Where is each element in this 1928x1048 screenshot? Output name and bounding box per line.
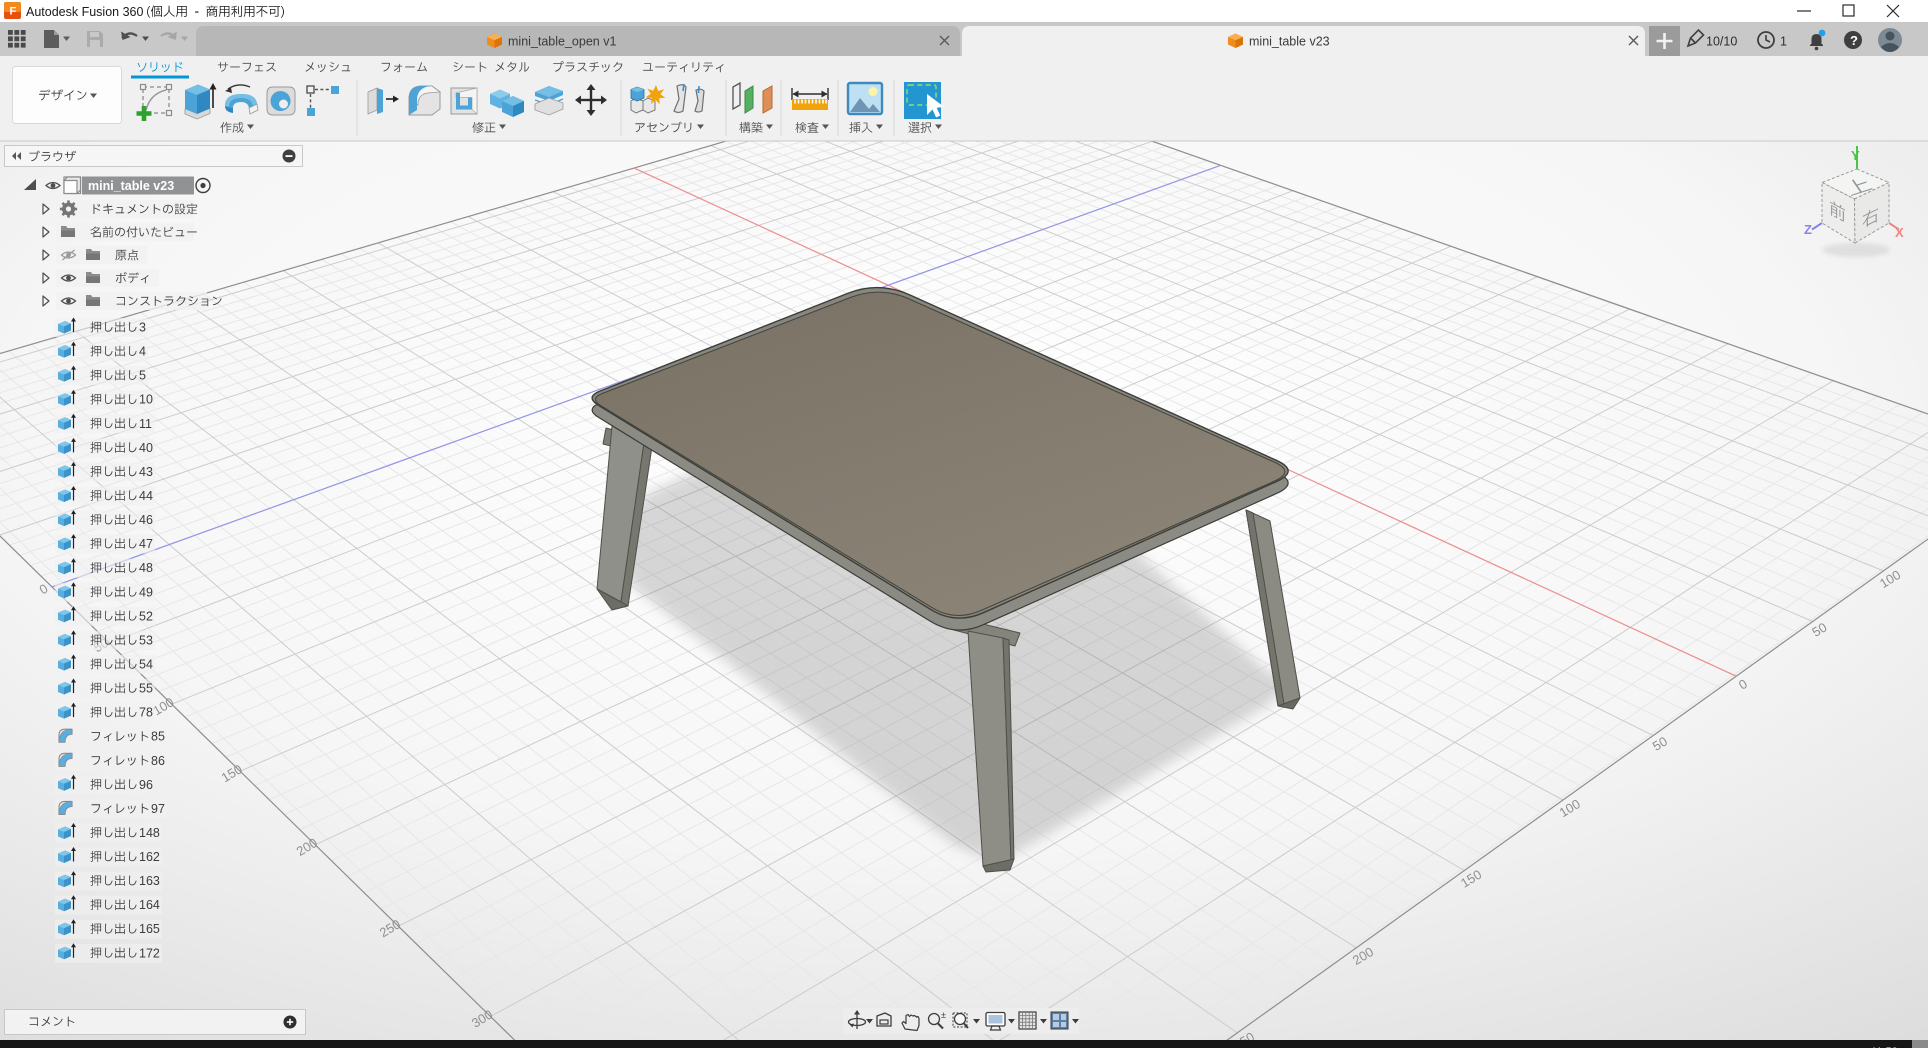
- svg-text:46: 46: [139, 513, 153, 527]
- svg-text:Y: Y: [1851, 148, 1860, 163]
- svg-text:54: 54: [139, 658, 153, 672]
- svg-text:5: 5: [139, 369, 146, 383]
- svg-text:3: 3: [139, 321, 146, 335]
- svg-text:172: 172: [139, 946, 160, 960]
- svg-text:?: ?: [1850, 33, 1858, 48]
- svg-text:X: X: [1895, 225, 1904, 240]
- svg-text:10/10: 10/10: [1706, 35, 1737, 49]
- svg-text:mini_table_open v1: mini_table_open v1: [508, 35, 616, 49]
- svg-text:55: 55: [139, 682, 153, 696]
- svg-text:163: 163: [139, 874, 160, 888]
- svg-text:49: 49: [139, 585, 153, 599]
- svg-text:1: 1: [1780, 35, 1787, 49]
- svg-text:148: 148: [139, 826, 160, 840]
- svg-text:162: 162: [139, 850, 160, 864]
- svg-text:97: 97: [151, 802, 165, 816]
- svg-text:Z: Z: [1804, 222, 1812, 237]
- svg-text:43: 43: [139, 465, 153, 479]
- svg-text:52: 52: [139, 609, 153, 623]
- svg-text:96: 96: [139, 778, 153, 792]
- svg-text:mini_table v23: mini_table v23: [88, 179, 174, 193]
- svg-text:165: 165: [139, 922, 160, 936]
- svg-text:44: 44: [139, 489, 153, 503]
- svg-text:±: ±: [941, 1010, 946, 1020]
- svg-text:47: 47: [139, 537, 153, 551]
- svg-text:4: 4: [139, 345, 146, 359]
- svg-text:53: 53: [139, 633, 153, 647]
- svg-text:164: 164: [139, 898, 160, 912]
- svg-text:48: 48: [139, 561, 153, 575]
- svg-text:F: F: [10, 6, 17, 18]
- svg-text:78: 78: [139, 706, 153, 720]
- svg-text:85: 85: [151, 730, 165, 744]
- svg-text:11: 11: [139, 417, 152, 431]
- svg-text:10: 10: [139, 393, 153, 407]
- svg-text:Autodesk Fusion 360: Autodesk Fusion 360: [26, 5, 143, 19]
- svg-text:mini_table v23: mini_table v23: [1249, 35, 1330, 49]
- svg-text:40: 40: [139, 441, 153, 455]
- svg-text:86: 86: [151, 754, 165, 768]
